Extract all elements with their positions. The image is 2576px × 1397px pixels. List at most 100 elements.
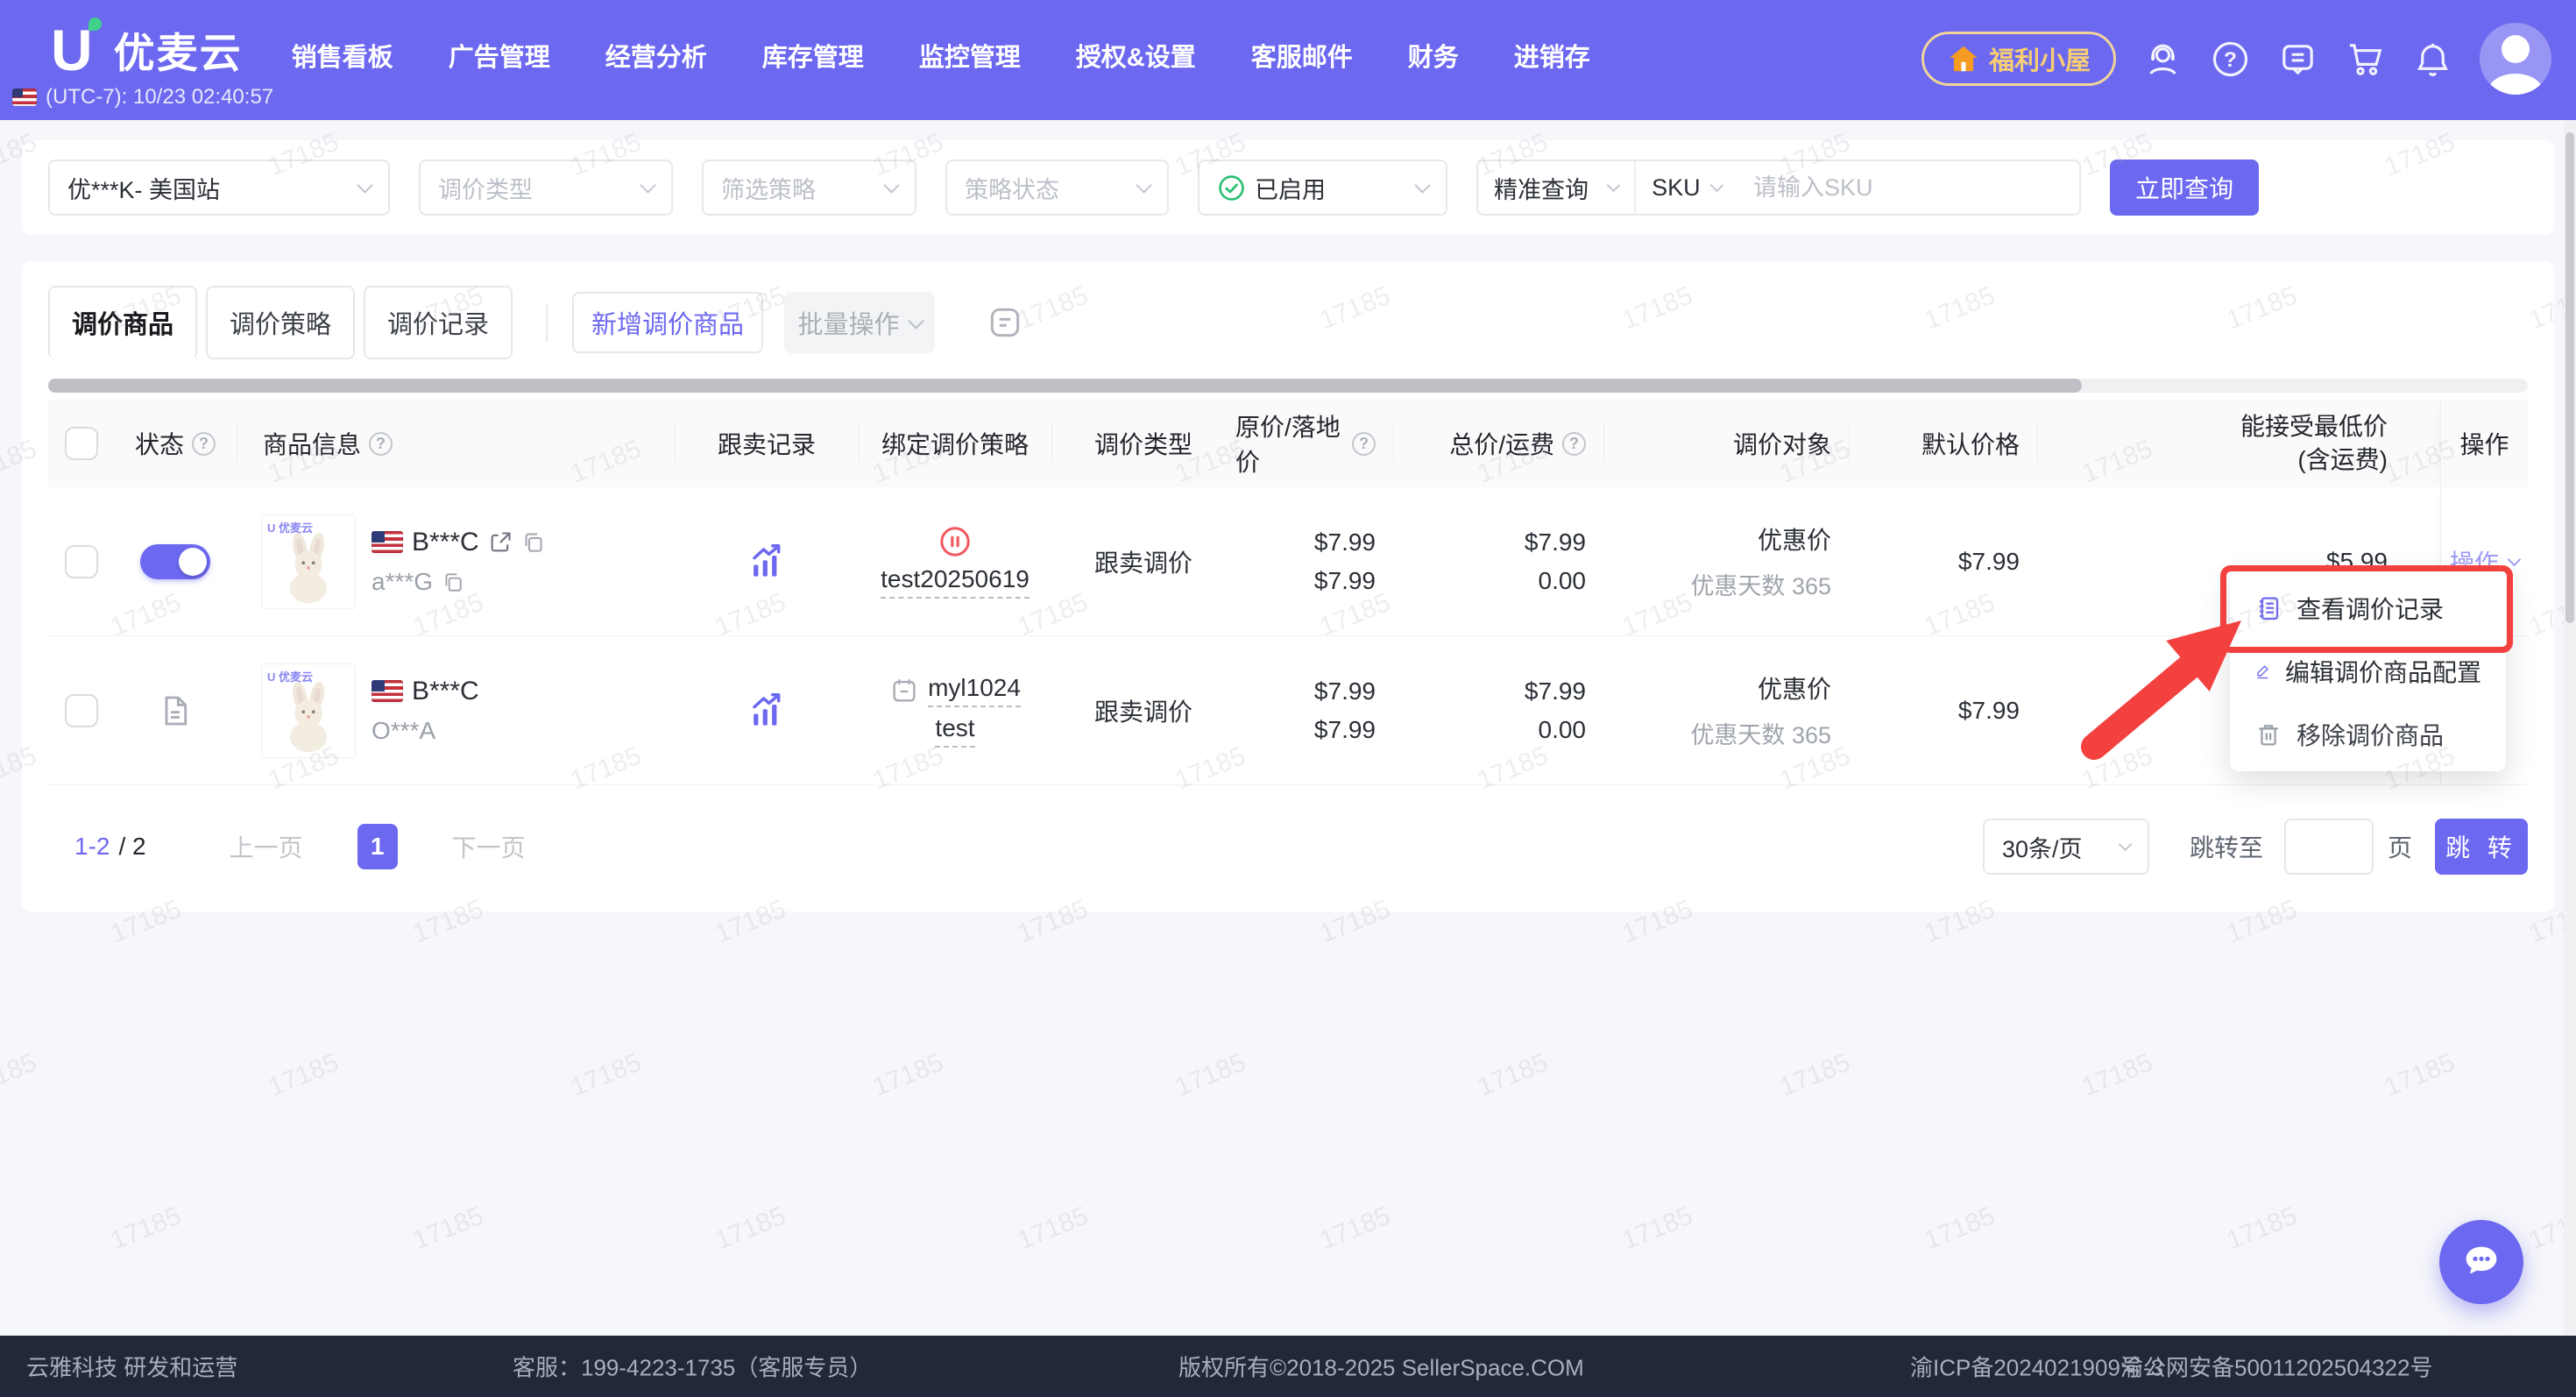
- jump-button[interactable]: 跳 转: [2435, 819, 2528, 875]
- follow-record-chart-icon[interactable]: [748, 543, 785, 580]
- watermark-text: 17185: [2381, 1048, 2459, 1103]
- row-action-menu: 查看调价记录 编辑调价商品配置 移除调价商品: [2230, 571, 2506, 771]
- tab-reprice-strategies[interactable]: 调价策略: [206, 286, 355, 359]
- nav-item-inventory[interactable]: 库存管理: [762, 37, 864, 74]
- reprice-target-cell: 优惠价优惠天数 365: [1603, 487, 1849, 635]
- select-all-checkbox[interactable]: [65, 427, 98, 460]
- watermark-text: 17185: [1171, 1048, 1250, 1103]
- strategy-name-link[interactable]: test20250619: [881, 565, 1030, 599]
- product-title[interactable]: B***C: [412, 677, 479, 706]
- default-price-cell: $7.99: [1849, 636, 2037, 784]
- watermark-text: 17185: [2078, 1048, 2157, 1103]
- notes-memo-icon[interactable]: [986, 303, 1024, 342]
- status-document-icon: [158, 693, 193, 728]
- nav-item-customer-email[interactable]: 客服邮件: [1251, 37, 1353, 74]
- copy-icon[interactable]: [442, 571, 464, 593]
- tab-reprice-products[interactable]: 调价商品: [48, 286, 197, 359]
- header-product: 商品信息?: [237, 400, 675, 487]
- product-sku: O***A: [372, 717, 435, 745]
- status-help-icon: ?: [192, 432, 216, 456]
- add-reprice-product-button[interactable]: 新增调价商品: [572, 292, 763, 353]
- jump-page-input[interactable]: [2284, 819, 2374, 875]
- chevron-down-icon: [1607, 178, 1621, 192]
- nav-item-analytics[interactable]: 经营分析: [605, 37, 707, 74]
- header-status: 状态?: [114, 400, 237, 487]
- nav-item-authorization-settings[interactable]: 授权&设置: [1076, 37, 1196, 74]
- current-page-button[interactable]: 1: [357, 824, 398, 869]
- shop-select[interactable]: 优***K- 美国站: [48, 160, 390, 216]
- brand-initial: U: [51, 18, 91, 82]
- batch-actions-button[interactable]: 批量操作: [784, 292, 935, 353]
- sku-search-input[interactable]: [1737, 161, 2079, 214]
- horizontal-scrollbar-track: [48, 379, 2528, 393]
- reprice-type-cell: 跟卖调价: [1051, 636, 1235, 784]
- status-toggle-on[interactable]: [140, 544, 210, 579]
- external-link-icon[interactable]: [488, 530, 513, 555]
- query-mode-select[interactable]: 精准查询: [1478, 161, 1634, 214]
- copy-icon[interactable]: [521, 530, 545, 554]
- welfare-house-button[interactable]: 福利小屋: [1921, 32, 2116, 86]
- notifications-bell-icon[interactable]: [2412, 39, 2453, 80]
- header-select-all: [48, 400, 114, 487]
- horizontal-scrollbar-thumb[interactable]: [48, 379, 2082, 393]
- enabled-status-select[interactable]: 已启用: [1198, 160, 1447, 216]
- watermark-text: 17185: [265, 1048, 343, 1103]
- cart-icon[interactable]: [2345, 39, 2386, 80]
- search-button[interactable]: 立即查询: [2110, 160, 2259, 216]
- nav-item-sales-dashboard[interactable]: 销售看板: [292, 37, 393, 74]
- divider: [546, 303, 548, 342]
- strategy-calendar-icon: [889, 676, 919, 706]
- vertical-scrollbar-track: [2564, 120, 2576, 1336]
- vertical-scrollbar-thumb[interactable]: [2565, 132, 2574, 623]
- footer-company: 云雅科技 研发和运营: [26, 1351, 237, 1383]
- footer-police-link[interactable]: 渝公网安备50011202504322号: [2120, 1351, 2433, 1383]
- strategy-filter-select[interactable]: 筛选策略: [702, 160, 916, 216]
- house-icon: [1947, 42, 1980, 75]
- bunny-plush-image: [268, 528, 349, 608]
- row-checkbox[interactable]: [65, 694, 98, 727]
- enabled-status-value: 已启用: [1255, 171, 1326, 205]
- row-checkbox[interactable]: [65, 545, 98, 578]
- tab-reprice-records[interactable]: 调价记录: [364, 286, 513, 359]
- menu-item-edit-reprice-product-config[interactable]: 编辑调价商品配置: [2230, 640, 2506, 703]
- prev-page-button[interactable]: 上一页: [230, 829, 303, 864]
- menu-item-view-reprice-records[interactable]: 查看调价记录: [2230, 577, 2506, 640]
- chevron-down-icon: [883, 177, 899, 193]
- page-size-select[interactable]: 30条/页: [1983, 819, 2149, 875]
- watermark-text: 17185: [1014, 1202, 1093, 1257]
- query-field-select[interactable]: SKU: [1634, 161, 1737, 214]
- menu-item-remove-reprice-product[interactable]: 移除调价商品: [2230, 703, 2506, 766]
- watermark-text: 17185: [1921, 1202, 1999, 1257]
- next-page-button[interactable]: 下一页: [452, 829, 526, 864]
- customer-service-icon[interactable]: [2142, 39, 2183, 80]
- footer: 云雅科技 研发和运营 客服：199-4223-1735（客服专员） 版权所有©2…: [0, 1336, 2576, 1397]
- footer-customer-service: 客服：199-4223-1735（客服专员）: [513, 1351, 872, 1383]
- strategy-status-select[interactable]: 策略状态: [945, 160, 1169, 216]
- brand: U 优麦云: [51, 19, 243, 80]
- strategy-name-link[interactable]: myl1024: [928, 674, 1021, 707]
- query-field-value: SKU: [1652, 174, 1701, 202]
- menu-item-label: 查看调价记录: [2296, 591, 2444, 626]
- user-avatar[interactable]: [2480, 23, 2551, 95]
- main-nav: 销售看板 广告管理 经营分析 库存管理 监控管理 授权&设置 客服邮件 财务 进…: [292, 37, 1590, 74]
- header-bound-strategy: 绑定调价策略: [859, 400, 1051, 487]
- nav-item-monitoring[interactable]: 监控管理: [919, 37, 1021, 74]
- record-list-icon: [2254, 594, 2282, 622]
- feedback-message-icon[interactable]: [2277, 39, 2318, 80]
- chevron-down-icon: [357, 177, 372, 193]
- filter-bar: 优***K- 美国站 调价类型 筛选策略 策略状态 已启用: [22, 140, 2554, 235]
- product-title[interactable]: B***C: [412, 528, 479, 557]
- help-icon[interactable]: ?: [2210, 39, 2251, 80]
- nav-item-finance[interactable]: 财务: [1408, 37, 1459, 74]
- table-row: U 优麦云 B***C: [48, 636, 2528, 785]
- nav-item-purchase-sales[interactable]: 进销存: [1514, 37, 1590, 74]
- chat-support-button[interactable]: [2439, 1220, 2523, 1304]
- header-default-price: 默认价格: [1849, 400, 2037, 487]
- follow-record-chart-icon[interactable]: [748, 692, 785, 729]
- product-sku: a***G: [372, 568, 433, 596]
- price-type-select[interactable]: 调价类型: [419, 160, 673, 216]
- trash-icon: [2254, 720, 2282, 748]
- nav-item-ads[interactable]: 广告管理: [449, 37, 550, 74]
- timezone-text: (UTC-7): 10/23 02:40:57: [46, 85, 273, 110]
- strategy-name-link[interactable]: test: [935, 714, 974, 748]
